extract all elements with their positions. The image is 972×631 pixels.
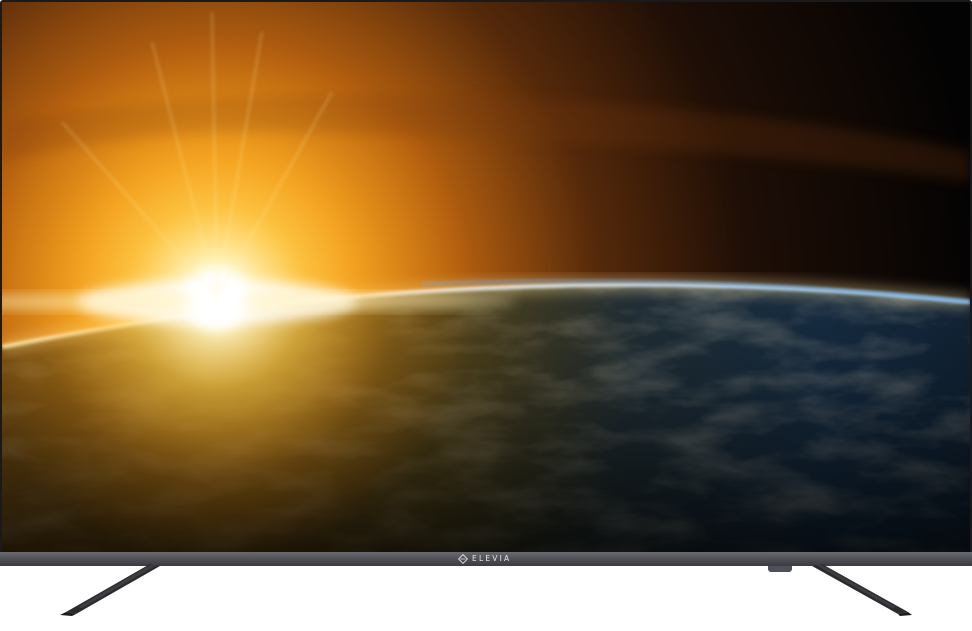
earth-sunrise-image: [2, 2, 970, 552]
left-stand-leg: [60, 564, 160, 616]
right-stand-leg: [812, 564, 912, 616]
tv-screen: [2, 2, 970, 552]
tv-stand: [60, 564, 912, 616]
television: ELEVIA: [0, 0, 972, 631]
